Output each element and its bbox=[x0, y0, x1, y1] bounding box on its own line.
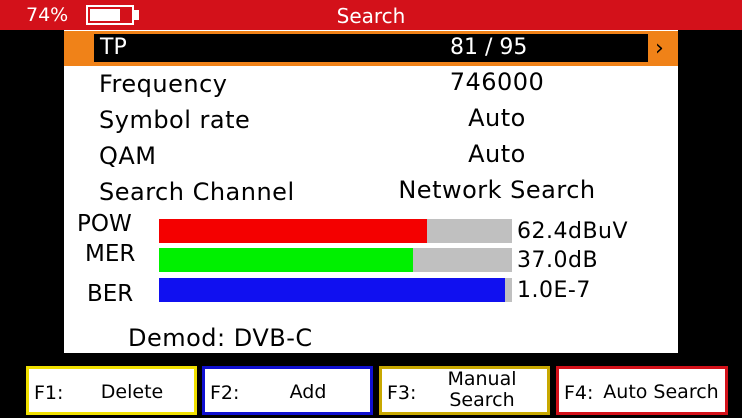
search-channel-label: Search Channel bbox=[99, 178, 295, 206]
f2-action-label: Add bbox=[289, 381, 327, 403]
pow-meter bbox=[159, 219, 512, 243]
mer-label: MER bbox=[85, 241, 136, 267]
mer-meter-fill bbox=[159, 248, 414, 272]
tp-selector[interactable]: TP 81 / 95 bbox=[94, 34, 648, 62]
ber-value: 1.0E-7 bbox=[517, 278, 591, 303]
f4-key-label: F4: bbox=[564, 382, 594, 404]
f3-manual-search-button[interactable]: F3: Manual Search bbox=[379, 366, 550, 415]
f4-action-label: Auto Search bbox=[603, 381, 719, 403]
search-channel-value[interactable]: Network Search bbox=[382, 176, 612, 204]
qam-value[interactable]: Auto bbox=[382, 140, 612, 168]
f1-key-label: F1: bbox=[34, 382, 64, 404]
ber-label: BER bbox=[87, 281, 134, 307]
frequency-value[interactable]: 746000 bbox=[382, 68, 612, 96]
pow-value: 62.4dBuV bbox=[517, 219, 629, 244]
f4-auto-search-button[interactable]: F4: Auto Search bbox=[556, 366, 728, 415]
qam-label: QAM bbox=[99, 142, 157, 170]
tp-label: TP bbox=[100, 35, 127, 60]
pow-label: POW bbox=[77, 211, 132, 237]
mer-meter bbox=[159, 248, 512, 272]
frequency-label: Frequency bbox=[99, 70, 228, 98]
pow-meter-fill bbox=[159, 219, 428, 243]
ber-meter-fill bbox=[159, 278, 505, 302]
page-title: Search bbox=[336, 4, 406, 28]
ber-meter bbox=[159, 278, 512, 302]
chevron-right-icon[interactable]: › bbox=[655, 36, 664, 61]
tp-value: 81 / 95 bbox=[450, 35, 528, 60]
symbol-rate-value[interactable]: Auto bbox=[382, 104, 612, 132]
f1-delete-button[interactable]: F1: Delete bbox=[26, 366, 197, 415]
symbol-rate-label: Symbol rate bbox=[99, 106, 251, 134]
demod-info: Demod: DVB-C bbox=[128, 324, 313, 352]
f3-key-label: F3: bbox=[387, 382, 417, 404]
f2-key-label: F2: bbox=[210, 382, 240, 404]
f3-action-label: Manual Search bbox=[447, 368, 517, 411]
f2-add-button[interactable]: F2: Add bbox=[202, 366, 373, 415]
f1-action-label: Delete bbox=[100, 381, 164, 403]
mer-value: 37.0dB bbox=[517, 248, 599, 273]
